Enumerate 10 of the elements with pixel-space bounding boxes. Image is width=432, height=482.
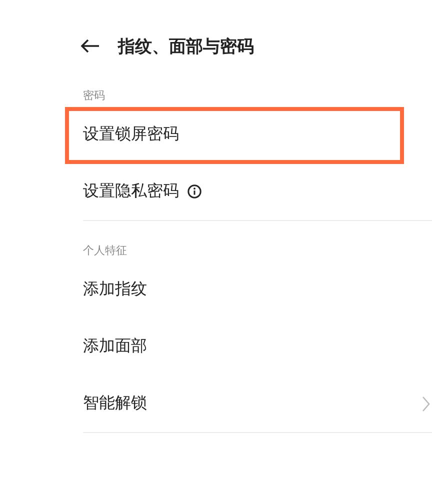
- page-title: 指纹、面部与密码: [118, 36, 254, 58]
- section-header: 个人特征: [83, 243, 128, 259]
- section-header: 密码: [83, 88, 106, 104]
- settings-item[interactable]: 智能解锁: [83, 393, 147, 414]
- settings-item[interactable]: 添加面部: [83, 336, 147, 357]
- settings-item[interactable]: 添加指纹: [83, 279, 147, 300]
- settings-item[interactable]: 设置隐私密码: [83, 181, 179, 202]
- info-icon[interactable]: [187, 184, 202, 199]
- settings-item[interactable]: 设置锁屏密码: [83, 124, 179, 145]
- back-icon[interactable]: [80, 39, 100, 53]
